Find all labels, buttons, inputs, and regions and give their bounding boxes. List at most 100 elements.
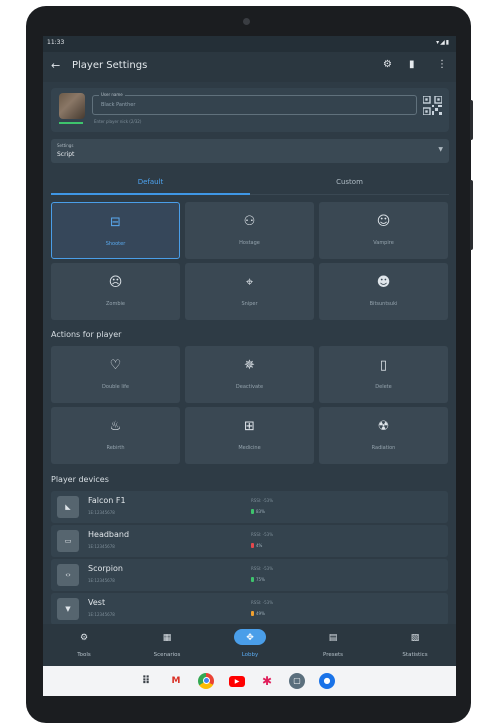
battery-value: 83% (256, 509, 265, 514)
action-tile-rebirth[interactable]: ♨ Rebirth (51, 407, 180, 464)
nav-tools[interactable]: ⚙ Tools (43, 624, 125, 666)
radiation-icon: ☢ (377, 419, 390, 434)
settings-select[interactable]: Settings Script ▼ (51, 139, 449, 163)
messages-icon[interactable]: ● (319, 673, 335, 689)
deactivate-icon: ✵ (244, 358, 255, 373)
action-tile-hostage[interactable]: ⚇ Hostage (185, 202, 314, 259)
device-row-vest[interactable]: ▼ Vest 1E:12345678 RSSI: -53% 49% (51, 593, 448, 625)
nickname-field[interactable]: User name Black Panther (92, 92, 417, 115)
youtube-icon[interactable]: ▶ (229, 676, 245, 687)
device-battery: 75% (251, 577, 265, 582)
nav-label: Lobby (241, 652, 259, 658)
action-label: Deactivate (235, 384, 264, 390)
device-battery: 4% (251, 543, 262, 548)
nickname-label: User name (99, 92, 125, 97)
gear-icon: ⚙ (79, 633, 89, 643)
bottom-navigation: ⚙ Tools ▦ Scenarios ✥ Lobby ▤ Presets ▧ … (43, 624, 456, 666)
device-rssi: RSSI: -53% (251, 566, 273, 571)
shooter-icon: ⊟ (110, 215, 121, 230)
battery-icon (251, 577, 254, 582)
screen: 11:33 ▾◢▮ ← Player Settings ⚙ ▮ ⋮ User n… (43, 36, 456, 696)
device-name: Falcon F1 (88, 496, 126, 505)
code-icon: ‹› (57, 564, 79, 586)
device-rssi: RSSI: -53% (251, 600, 273, 605)
gun-icon: ◣ (57, 496, 79, 518)
device-name: Vest (88, 598, 106, 607)
avatar[interactable] (59, 93, 85, 119)
action-label: Hostage (239, 240, 260, 246)
nav-label: Presets (322, 652, 343, 658)
action-label: Shooter (105, 241, 126, 247)
action-tile-zombie[interactable]: ☹ Zombie (51, 263, 180, 320)
nav-statistics[interactable]: ▧ Statistics (374, 624, 456, 666)
tab-custom[interactable]: Custom (250, 178, 449, 186)
action-label: Rebirth (106, 445, 125, 451)
action-tile-bitsuntsuki[interactable]: ☻ Bitsuntsuki (319, 263, 448, 320)
status-time: 11:33 (47, 39, 65, 46)
volume-button (470, 100, 473, 140)
tab-default[interactable]: Default (51, 178, 250, 186)
vampire-icon: ☺ (376, 214, 391, 229)
status-bar: 11:33 ▾◢▮ (43, 36, 456, 52)
action-tile-vampire[interactable]: ☺ Vampire (319, 202, 448, 259)
action-tile-delete[interactable]: ▯ Delete (319, 346, 448, 403)
nav-presets[interactable]: ▤ Presets (292, 624, 374, 666)
device-row-headband[interactable]: ▭ Headband 1E:12345678 RSSI: -53% 4% (51, 525, 448, 557)
arrow-left-icon[interactable]: ← (51, 59, 60, 72)
device-battery: 83% (251, 509, 265, 514)
device-rssi: RSSI: -53% (251, 532, 273, 537)
actions-section-title: Actions for player (51, 330, 122, 339)
default-actions-grid: ⊟ Shooter ⚇ Hostage ☺ Vampire ☹ Zombie ⌖… (51, 202, 448, 324)
action-tile-double-life[interactable]: ♡ Double life (51, 346, 180, 403)
action-label: Bitsuntsuki (369, 301, 398, 307)
trash-icon: ▯ (379, 358, 388, 373)
action-tile-radiation[interactable]: ☢ Radiation (319, 407, 448, 464)
nav-lobby[interactable]: ✥ Lobby (209, 624, 291, 666)
action-label: Sniper (241, 301, 258, 307)
action-tabs: Default Custom (51, 174, 449, 196)
gear-icon[interactable]: ⚙ (383, 59, 392, 70)
slack-icon[interactable]: ✱ (259, 673, 275, 689)
vest-icon: ▼ (57, 598, 79, 620)
zombie-icon: ☹ (108, 275, 123, 290)
action-label: Medicine (238, 445, 261, 451)
trash-icon[interactable]: ▮ (409, 59, 415, 70)
chrome-icon[interactable] (198, 673, 214, 689)
action-label: Vampire (373, 240, 394, 246)
action-tile-sniper[interactable]: ⌖ Sniper (185, 263, 314, 320)
device-id: 1E:12345678 (88, 578, 115, 583)
battery-value: 75% (256, 577, 265, 582)
android-dock: ⠿ M ▶ ✱ ▢ ● (43, 666, 456, 696)
mask-icon: ☻ (376, 275, 391, 290)
action-tile-shooter[interactable]: ⊟ Shooter (51, 202, 180, 259)
action-label: Double life (102, 384, 129, 390)
crosshair-icon: ⌖ (245, 275, 254, 290)
action-tile-medicine[interactable]: ⊞ Medicine (185, 407, 314, 464)
battery-value: 49% (256, 611, 265, 616)
grid-icon: ▦ (162, 633, 172, 643)
medkit-icon: ⊞ (244, 419, 255, 434)
action-label: Radiation (371, 445, 396, 451)
device-row-scorpion[interactable]: ‹› Scorpion 1E:12345678 RSSI: -53% 75% (51, 559, 448, 591)
flame-icon: ♨ (109, 419, 122, 434)
settings-label: Settings (57, 143, 74, 148)
dropdown-arrow-icon: ▼ (438, 146, 443, 153)
avatar-progress (59, 122, 83, 124)
nav-label: Statistics (402, 652, 428, 658)
device-rssi: RSSI: -53% (251, 498, 273, 503)
tab-indicator (51, 193, 250, 195)
device-row-falcon[interactable]: ◣ Falcon F1 1E:12345678 RSSI: -53% 83% (51, 491, 448, 523)
qr-code-icon[interactable] (423, 96, 442, 115)
apps-icon[interactable]: ⠿ (138, 673, 154, 689)
app-icon[interactable]: ▢ (289, 673, 305, 689)
hostage-icon: ⚇ (243, 214, 256, 229)
nav-scenarios[interactable]: ▦ Scenarios (126, 624, 208, 666)
action-tile-deactivate[interactable]: ✵ Deactivate (185, 346, 314, 403)
device-id: 1E:12345678 (88, 510, 115, 515)
profile-card: User name Black Panther Enter player nic… (51, 88, 449, 132)
device-name: Scorpion (88, 564, 123, 573)
more-vert-icon[interactable]: ⋮ (437, 59, 447, 70)
gmail-icon[interactable]: M (168, 673, 184, 689)
heart-icon: ♡ (109, 358, 122, 373)
devices-section-title: Player devices (51, 475, 109, 484)
